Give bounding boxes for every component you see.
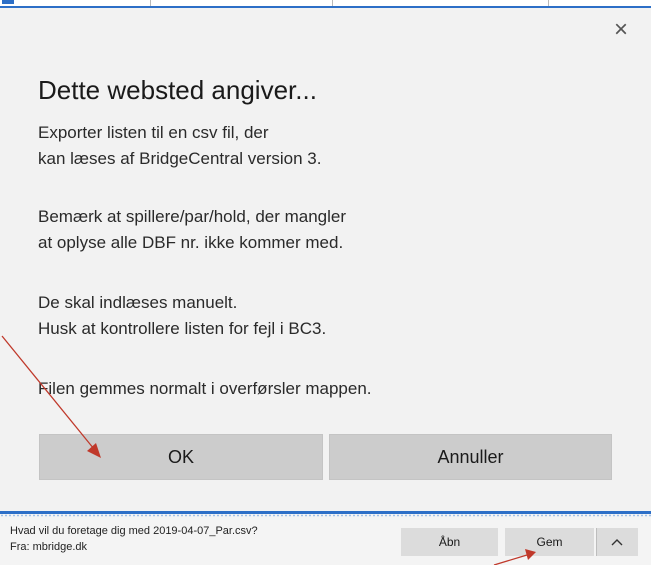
message-paragraph: Exporter listen til en csv fil, der kan …: [38, 120, 321, 172]
message-line: Exporter listen til en csv fil, der: [38, 123, 269, 142]
message-line: at oplyse alle DBF nr. ikke kommer med.: [38, 233, 344, 252]
divider: [150, 0, 151, 6]
message-paragraph: Filen gemmes normalt i overførsler mappe…: [38, 376, 372, 402]
download-question: Hvad vil du foretage dig med 2019-04-07_…: [10, 525, 258, 537]
close-icon[interactable]: ×: [609, 18, 633, 42]
download-source: Fra: mbridge.dk: [10, 541, 88, 553]
message-paragraph: De skal indlæses manuelt. Husk at kontro…: [38, 290, 326, 342]
message-line: Bemærk at spillere/par/hold, der mangler: [38, 207, 347, 226]
alert-dialog: × Dette websted angiver... Exporter list…: [0, 8, 651, 511]
divider: [0, 514, 651, 517]
message-line: kan læses af BridgeCentral version 3.: [38, 149, 322, 168]
message-paragraph: Bemærk at spillere/par/hold, der mangler…: [38, 204, 346, 256]
divider: [332, 0, 333, 6]
ok-button[interactable]: OK: [39, 434, 323, 480]
dialog-title: Dette websted angiver...: [38, 75, 317, 105]
browser-top-strip: [0, 0, 651, 8]
more-options-button[interactable]: [596, 528, 638, 556]
download-bar: Hvad vil du foretage dig med 2019-04-07_…: [0, 511, 651, 565]
message-line: Husk at kontrollere listen for fejl i BC…: [38, 319, 327, 338]
divider: [548, 0, 549, 6]
open-button[interactable]: Åbn: [401, 528, 498, 556]
chevron-up-icon: [611, 539, 623, 546]
cancel-button[interactable]: Annuller: [329, 434, 612, 480]
message-line: Filen gemmes normalt i overførsler mappe…: [38, 379, 372, 398]
save-button[interactable]: Gem: [505, 528, 594, 556]
message-line: De skal indlæses manuelt.: [38, 293, 238, 312]
accent-mark: [2, 0, 14, 4]
